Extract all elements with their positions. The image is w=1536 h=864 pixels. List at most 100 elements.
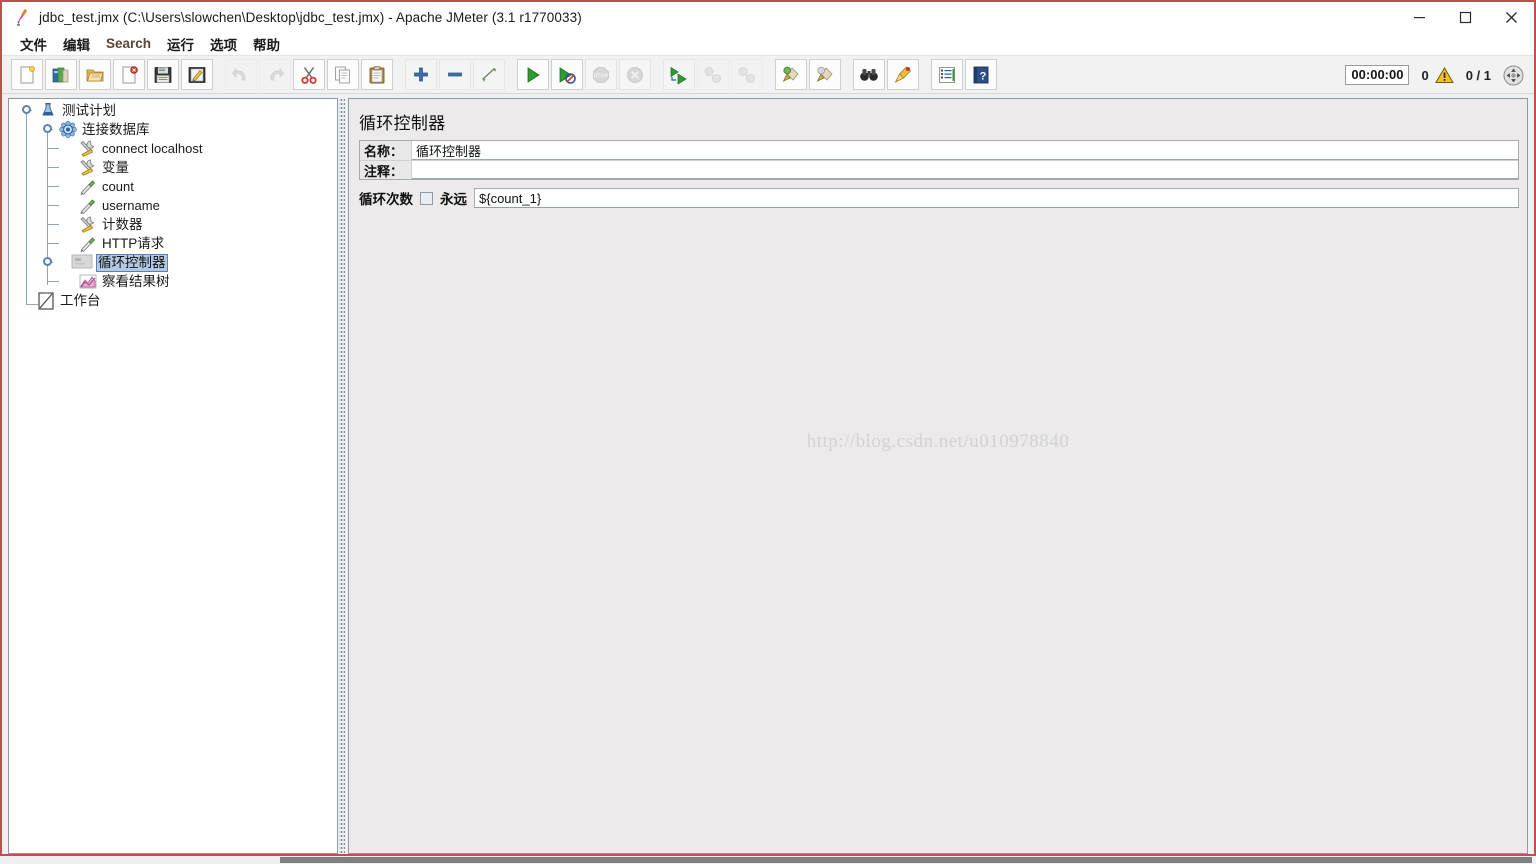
remote-stop-all-button[interactable] <box>697 59 729 90</box>
close-button[interactable] <box>1488 2 1534 32</box>
clear-all-button[interactable] <box>809 59 841 90</box>
split-divider[interactable] <box>338 98 348 854</box>
close-document-button[interactable] <box>113 59 145 90</box>
warning-count: 0 <box>1421 67 1429 83</box>
tree-handle-thread-group[interactable] <box>43 124 52 133</box>
cut-button[interactable] <box>293 59 325 90</box>
toolbar-group-edit <box>224 59 394 90</box>
copy-button[interactable] <box>327 59 359 90</box>
tree-line-c1 <box>47 148 59 149</box>
horizontal-scrollbar[interactable] <box>0 856 1536 864</box>
warning-indicator[interactable]: 0 <box>1421 66 1454 84</box>
menu-edit[interactable]: 编辑 <box>55 32 98 56</box>
expand-button[interactable] <box>405 59 437 90</box>
tree-node-label: 连接数据库 <box>82 121 150 137</box>
tree-node-username[interactable]: username <box>79 196 162 215</box>
sampler-icon <box>79 178 97 195</box>
minimize-button[interactable] <box>1396 2 1442 32</box>
name-label: 名称： <box>360 141 412 160</box>
undo-button[interactable] <box>225 59 257 90</box>
thread-group-icon <box>59 121 77 138</box>
tree-handle-loop-controller[interactable] <box>43 257 52 266</box>
tree-node-label: HTTP请求 <box>102 235 165 251</box>
menu-run[interactable]: 运行 <box>159 32 202 56</box>
comment-input[interactable] <box>412 161 1518 179</box>
open-button[interactable] <box>79 59 111 90</box>
paste-button[interactable] <box>361 59 393 90</box>
comment-row: 注释： <box>360 160 1518 179</box>
menu-help[interactable]: 帮助 <box>245 32 288 56</box>
scrollbar-thumb[interactable] <box>280 857 1532 863</box>
svg-text:STOP: STOP <box>594 73 609 79</box>
forever-checkbox[interactable] <box>420 191 433 205</box>
tree-node-variables[interactable]: 变量 <box>79 158 131 177</box>
toolbar-group-remote <box>662 59 764 90</box>
menu-search[interactable]: Search <box>98 34 159 53</box>
workbench-icon <box>37 292 55 310</box>
loop-count-row: 循环次数 永远 ${count_1} <box>359 188 1519 208</box>
clear-button[interactable] <box>775 59 807 90</box>
active-threads-count: 0 / 1 <box>1465 67 1491 83</box>
maximize-button[interactable] <box>1442 2 1488 32</box>
toolbar-group-run: STOP <box>516 59 652 90</box>
tree-handle-test-plan[interactable] <box>22 105 31 114</box>
jmeter-feather-icon <box>14 8 30 26</box>
menu-file[interactable]: 文件 <box>12 32 55 56</box>
tree-node-label: 变量 <box>102 159 129 175</box>
search-button[interactable] <box>853 59 885 90</box>
tree-node-http-request[interactable]: HTTP请求 <box>79 234 166 253</box>
expand-collapse-icon[interactable] <box>1503 65 1524 86</box>
search-reset-button[interactable] <box>887 59 919 90</box>
tree-line-c8 <box>47 281 59 282</box>
tree-node-view-results-tree[interactable]: 察看结果树 <box>79 272 172 291</box>
new-button[interactable] <box>11 59 43 90</box>
sampler-icon <box>79 235 97 252</box>
shutdown-button[interactable] <box>619 59 651 90</box>
start-button[interactable] <box>517 59 549 90</box>
svg-text:?: ? <box>980 70 987 82</box>
tree-line-c3 <box>47 186 59 187</box>
redo-button[interactable] <box>259 59 291 90</box>
tree-node-count[interactable]: count <box>79 177 136 196</box>
menu-bar: 文件 编辑 Search 运行 选项 帮助 <box>2 32 1534 56</box>
tree-node-workbench[interactable]: 工作台 <box>37 291 103 310</box>
tree-node-counter[interactable]: 计数器 <box>79 215 145 234</box>
tree-node-label: 工作台 <box>60 292 101 308</box>
start-no-pauses-button[interactable] <box>551 59 583 90</box>
tree-node-test-plan[interactable]: 测试计划 <box>39 101 118 120</box>
toggle-button[interactable] <box>473 59 505 90</box>
tree-node-thread-group[interactable]: 连接数据库 <box>59 120 152 139</box>
templates-button[interactable] <box>45 59 77 90</box>
toolbar-group-clear <box>774 59 842 90</box>
toolbar-group-tree <box>404 59 506 90</box>
element-config-panel: 循环控制器 名称： 循环控制器 注释： 循环次数 永远 ${count_1} h… <box>348 98 1528 854</box>
tree-node-connect-localhost[interactable]: connect localhost <box>79 139 204 158</box>
tree-node-loop-controller[interactable]: 循环控制器 <box>71 253 168 272</box>
loop-count-label: 循环次数 <box>359 192 413 207</box>
tree-line-c4 <box>47 205 59 206</box>
menu-options[interactable]: 选项 <box>202 32 245 56</box>
remote-shutdown-all-button[interactable] <box>731 59 763 90</box>
test-plan-tree-panel[interactable]: 测试计划 连接数据库 connect localhost 变量 count us… <box>8 98 338 854</box>
window-title: jdbc_test.jmx (C:\Users\slowchen\Desktop… <box>39 9 582 25</box>
save-as-button[interactable] <box>181 59 213 90</box>
sampler-icon <box>79 197 97 214</box>
remote-start-all-button[interactable] <box>663 59 695 90</box>
function-helper-button[interactable] <box>931 59 963 90</box>
test-plan-tree[interactable]: 测试计划 连接数据库 connect localhost 变量 count us… <box>9 99 337 310</box>
tree-node-label: 循环控制器 <box>96 253 168 272</box>
watermark-text: http://blog.csdn.net/u010978840 <box>806 431 1070 452</box>
stop-button[interactable]: STOP <box>585 59 617 90</box>
tree-line-c6 <box>47 243 59 244</box>
collapse-button[interactable] <box>439 59 471 90</box>
toolbar-group-help: ? <box>930 59 998 90</box>
name-input[interactable]: 循环控制器 <box>412 141 1518 160</box>
save-button[interactable] <box>147 59 179 90</box>
config-element-icon <box>79 159 97 176</box>
config-element-icon <box>79 216 97 233</box>
forever-label: 永远 <box>440 192 467 207</box>
jmeter-window: jdbc_test.jmx (C:\Users\slowchen\Desktop… <box>0 0 1536 856</box>
loop-count-input[interactable]: ${count_1} <box>474 188 1519 208</box>
help-button[interactable]: ? <box>965 59 997 90</box>
toolbar-group-file <box>10 59 214 90</box>
